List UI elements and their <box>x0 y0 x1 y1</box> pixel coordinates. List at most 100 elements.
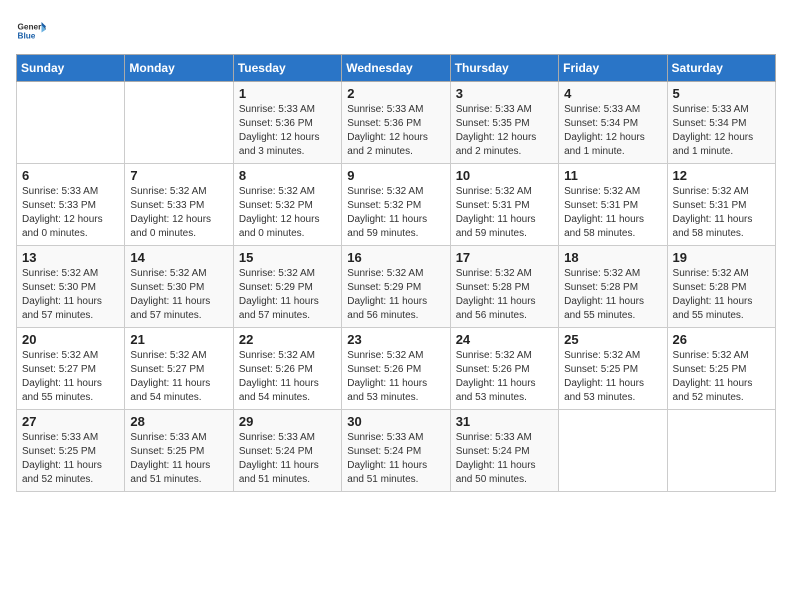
cell-content: Sunrise: 5:33 AM Sunset: 5:36 PM Dayligh… <box>347 103 444 159</box>
cell-content: Sunrise: 5:33 AM Sunset: 5:24 PM Dayligh… <box>456 431 553 487</box>
cell-content: Sunrise: 5:33 AM Sunset: 5:36 PM Dayligh… <box>239 103 336 159</box>
calendar-cell: 19 Sunrise: 5:32 AM Sunset: 5:28 PM Dayli… <box>667 246 775 328</box>
day-number: 2 <box>347 86 444 101</box>
day-number: 1 <box>239 86 336 101</box>
calendar-cell: 16Sunrise: 5:32 AM Sunset: 5:29 PM Dayli… <box>342 246 450 328</box>
day-number: 7 <box>130 168 227 183</box>
cell-content: Sunrise: 5:32 AM Sunset: 5:29 PM Dayligh… <box>347 267 444 323</box>
cell-content: Sunrise: 5:32 AM Sunset: 5:25 PM Dayligh… <box>564 349 661 405</box>
cell-content: Sunrise: 5:32 AM Sunset: 5:31 PM Dayligh… <box>564 185 661 241</box>
calendar-cell: 6Sunrise: 5:33 AM Sunset: 5:33 PM Daylig… <box>17 164 125 246</box>
day-number: 3 <box>456 86 553 101</box>
calendar-cell: 23Sunrise: 5:32 AM Sunset: 5:26 PM Dayli… <box>342 328 450 410</box>
cell-content: Sunrise: 5:32 AM Sunset: 5:32 PM Dayligh… <box>347 185 444 241</box>
cell-content: Sunrise: 5:33 AM Sunset: 5:24 PM Dayligh… <box>347 431 444 487</box>
day-number: 20 <box>22 332 119 347</box>
calendar-cell: 8Sunrise: 5:32 AM Sunset: 5:32 PM Daylig… <box>233 164 341 246</box>
header-day-saturday: Saturday <box>667 55 775 82</box>
cell-content: Sunrise: 5:32 AM Sunset: 5:27 PM Dayligh… <box>130 349 227 405</box>
cell-content: Sunrise: 5:32 AM Sunset: 5:29 PM Dayligh… <box>239 267 336 323</box>
calendar-cell: 21 Sunrise: 5:32 AM Sunset: 5:27 PM Dayli… <box>125 328 233 410</box>
calendar-cell: 14 Sunrise: 5:32 AM Sunset: 5:30 PM Dayli… <box>125 246 233 328</box>
cell-content: Sunrise: 5:32 AM Sunset: 5:26 PM Dayligh… <box>456 349 553 405</box>
calendar-cell: 7 Sunrise: 5:32 AM Sunset: 5:33 PM Daylig… <box>125 164 233 246</box>
header-day-tuesday: Tuesday <box>233 55 341 82</box>
cell-content: Sunrise: 5:32 AM Sunset: 5:31 PM Dayligh… <box>456 185 553 241</box>
day-number: 11 <box>564 168 661 183</box>
day-number: 15 <box>239 250 336 265</box>
logo-icon: General Blue <box>16 16 46 46</box>
day-number: 23 <box>347 332 444 347</box>
header-day-thursday: Thursday <box>450 55 558 82</box>
day-number: 30 <box>347 414 444 429</box>
cell-content: Sunrise: 5:32 AM Sunset: 5:33 PM Dayligh… <box>130 185 227 241</box>
day-number: 26 <box>673 332 770 347</box>
day-number: 12 <box>673 168 770 183</box>
calendar-cell: 3 Sunrise: 5:33 AM Sunset: 5:35 PM Daylig… <box>450 82 558 164</box>
header-day-sunday: Sunday <box>17 55 125 82</box>
day-number: 28 <box>130 414 227 429</box>
calendar-cell: 12 Sunrise: 5:32 AM Sunset: 5:31 PM Dayli… <box>667 164 775 246</box>
svg-text:Blue: Blue <box>18 32 36 41</box>
calendar-cell: 26 Sunrise: 5:32 AM Sunset: 5:25 PM Dayli… <box>667 328 775 410</box>
cell-content: Sunrise: 5:32 AM Sunset: 5:27 PM Dayligh… <box>22 349 119 405</box>
cell-content: Sunrise: 5:32 AM Sunset: 5:32 PM Dayligh… <box>239 185 336 241</box>
calendar-table: SundayMondayTuesdayWednesdayThursdayFrid… <box>16 54 776 492</box>
header-day-monday: Monday <box>125 55 233 82</box>
day-number: 5 <box>673 86 770 101</box>
calendar-cell <box>559 410 667 492</box>
cell-content: Sunrise: 5:32 AM Sunset: 5:30 PM Dayligh… <box>130 267 227 323</box>
calendar-cell: 30 Sunrise: 5:33 AM Sunset: 5:24 PM Dayli… <box>342 410 450 492</box>
cell-content: Sunrise: 5:33 AM Sunset: 5:35 PM Dayligh… <box>456 103 553 159</box>
cell-content: Sunrise: 5:32 AM Sunset: 5:31 PM Dayligh… <box>673 185 770 241</box>
calendar-cell: 13Sunrise: 5:32 AM Sunset: 5:30 PM Dayli… <box>17 246 125 328</box>
day-number: 21 <box>130 332 227 347</box>
calendar-cell: 15 Sunrise: 5:32 AM Sunset: 5:29 PM Dayli… <box>233 246 341 328</box>
week-row-3: 13 Sunrise: 5:32 AM Sunset: 5:30 PM Dayli… <box>17 246 776 328</box>
cell-content: Sunrise: 5:33 AM Sunset: 5:34 PM Dayligh… <box>564 103 661 159</box>
calendar-cell: 5 Sunrise: 5:33 AM Sunset: 5:34 PM Daylig… <box>667 82 775 164</box>
calendar-cell <box>17 82 125 164</box>
week-row-5: 27 Sunrise: 5:33 AM Sunset: 5:25 PM Dayli… <box>17 410 776 492</box>
day-number: 29 <box>239 414 336 429</box>
cell-content: Sunrise: 5:33 AM Sunset: 5:25 PM Dayligh… <box>22 431 119 487</box>
calendar-cell: 20 Sunrise: 5:32 AM Sunset: 5:27 PM Dayli… <box>17 328 125 410</box>
day-number: 6 <box>22 168 119 183</box>
day-number: 4 <box>564 86 661 101</box>
cell-content: Sunrise: 5:33 AM Sunset: 5:25 PM Dayligh… <box>130 431 227 487</box>
day-number: 24 <box>456 332 553 347</box>
page-header: General Blue <box>16 16 776 46</box>
cell-content: Sunrise: 5:32 AM Sunset: 5:25 PM Dayligh… <box>673 349 770 405</box>
calendar-cell <box>125 82 233 164</box>
day-number: 13 <box>22 250 119 265</box>
header-day-wednesday: Wednesday <box>342 55 450 82</box>
calendar-cell: 31 Sunrise: 5:33 AM Sunset: 5:24 PM Dayli… <box>450 410 558 492</box>
day-number: 18 <box>564 250 661 265</box>
calendar-cell: 24 Sunrise: 5:32 AM Sunset: 5:26 PM Dayli… <box>450 328 558 410</box>
calendar-cell: 4 Sunrise: 5:33 AM Sunset: 5:34 PM Daylig… <box>559 82 667 164</box>
day-number: 19 <box>673 250 770 265</box>
calendar-cell: 1 Sunrise: 5:33 AM Sunset: 5:36 PM Daylig… <box>233 82 341 164</box>
calendar-cell: 18Sunrise: 5:32 AM Sunset: 5:28 PM Dayli… <box>559 246 667 328</box>
day-number: 14 <box>130 250 227 265</box>
day-number: 17 <box>456 250 553 265</box>
day-number: 31 <box>456 414 553 429</box>
header-day-friday: Friday <box>559 55 667 82</box>
day-number: 22 <box>239 332 336 347</box>
day-number: 27 <box>22 414 119 429</box>
cell-content: Sunrise: 5:33 AM Sunset: 5:34 PM Dayligh… <box>673 103 770 159</box>
calendar-cell <box>667 410 775 492</box>
cell-content: Sunrise: 5:32 AM Sunset: 5:28 PM Dayligh… <box>456 267 553 323</box>
calendar-cell: 2 Sunrise: 5:33 AM Sunset: 5:36 PM Daylig… <box>342 82 450 164</box>
calendar-cell: 25 Sunrise: 5:32 AM Sunset: 5:25 PM Dayli… <box>559 328 667 410</box>
cell-content: Sunrise: 5:32 AM Sunset: 5:28 PM Dayligh… <box>673 267 770 323</box>
calendar-cell: 22Sunrise: 5:32 AM Sunset: 5:26 PM Dayli… <box>233 328 341 410</box>
day-number: 9 <box>347 168 444 183</box>
day-number: 10 <box>456 168 553 183</box>
calendar-cell: 10 Sunrise: 5:32 AM Sunset: 5:31 PM Dayli… <box>450 164 558 246</box>
calendar-cell: 11 Sunrise: 5:32 AM Sunset: 5:31 PM Dayli… <box>559 164 667 246</box>
logo: General Blue <box>16 16 46 46</box>
day-number: 25 <box>564 332 661 347</box>
header-row: SundayMondayTuesdayWednesdayThursdayFrid… <box>17 55 776 82</box>
week-row-4: 20 Sunrise: 5:32 AM Sunset: 5:27 PM Dayli… <box>17 328 776 410</box>
